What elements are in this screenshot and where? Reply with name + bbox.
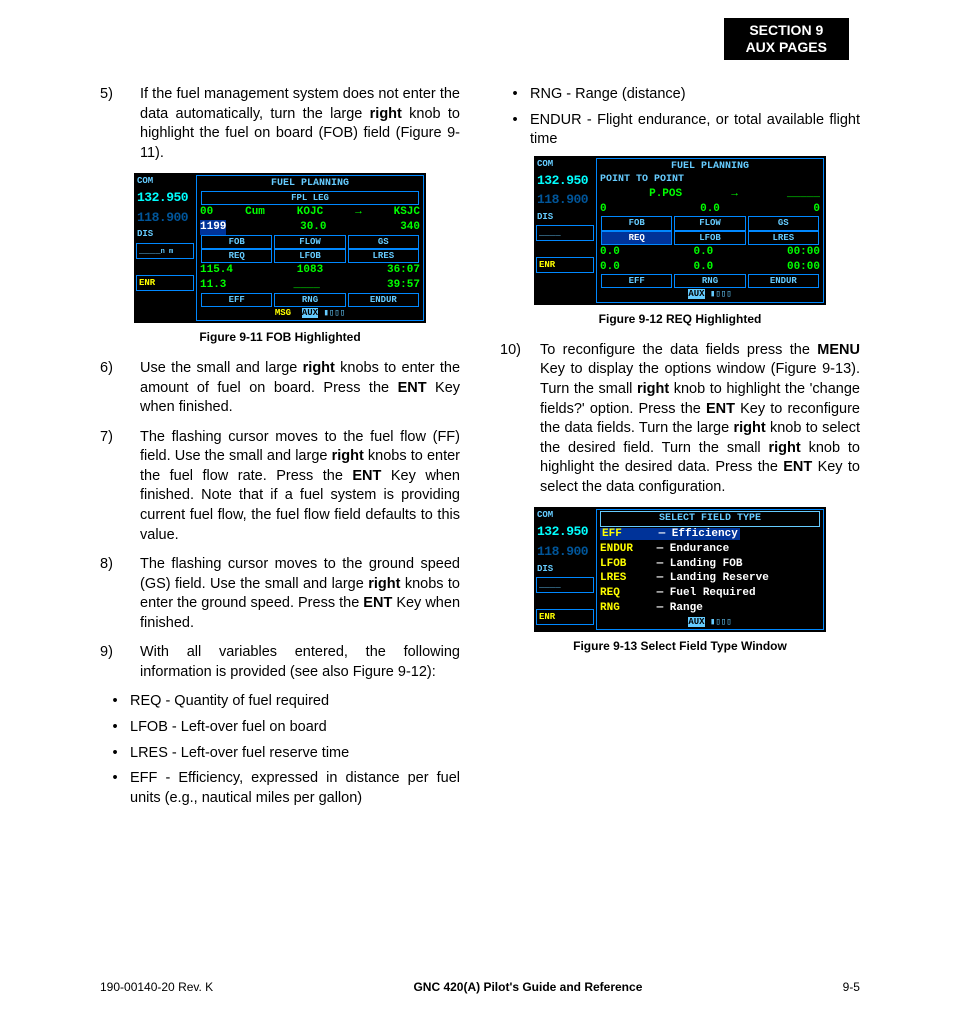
bullet-endur: •ENDUR - Flight endurance, or total avai… bbox=[500, 111, 860, 150]
doc-title: GNC 420(A) Pilot's Guide and Reference bbox=[413, 980, 642, 994]
figure-9-11: COM 132.950 118.900 DIS ____n m ENR FUEL… bbox=[134, 173, 426, 323]
doc-number: 190-00140-20 Rev. K bbox=[100, 980, 213, 994]
figure-9-12-caption: Figure 9-12 REQ Highlighted bbox=[500, 311, 860, 327]
step-9: 9)With all variables entered, the follow… bbox=[100, 643, 460, 682]
right-column: •RNG - Range (distance) •ENDUR - Flight … bbox=[500, 85, 860, 814]
bullet-rng: •RNG - Range (distance) bbox=[500, 85, 860, 105]
page-footer: 190-00140-20 Rev. K GNC 420(A) Pilot's G… bbox=[100, 980, 860, 994]
figure-9-11-caption: Figure 9-11 FOB Highlighted bbox=[100, 329, 460, 345]
bullet-lfob: •LFOB - Left-over fuel on board bbox=[100, 718, 460, 738]
step-6: 6)Use the small and large right knobs to… bbox=[100, 359, 460, 418]
step-5: 5) If the fuel management system does no… bbox=[100, 85, 460, 163]
bullet-lres: •LRES - Left-over fuel reserve time bbox=[100, 744, 460, 764]
bullet-req: •REQ - Quantity of fuel required bbox=[100, 692, 460, 712]
figure-9-13-caption: Figure 9-13 Select Field Type Window bbox=[500, 638, 860, 654]
step-10: 10)To reconfigure the data fields press … bbox=[500, 341, 860, 498]
section-header: SECTION 9 AUX PAGES bbox=[724, 18, 849, 60]
bullet-eff: •EFF - Efficiency, expressed in distance… bbox=[100, 769, 460, 808]
page-number: 9-5 bbox=[843, 980, 860, 994]
step-7: 7)The flashing cursor moves to the fuel … bbox=[100, 428, 460, 545]
figure-9-12: COM 132.950 118.900 DIS ____ ENR FUEL PL… bbox=[534, 156, 826, 305]
figure-9-13: COM 132.950 118.900 DIS ____ ENR SELECT … bbox=[534, 507, 826, 632]
left-column: 5) If the fuel management system does no… bbox=[100, 85, 460, 814]
step-8: 8)The flashing cursor moves to the groun… bbox=[100, 555, 460, 633]
